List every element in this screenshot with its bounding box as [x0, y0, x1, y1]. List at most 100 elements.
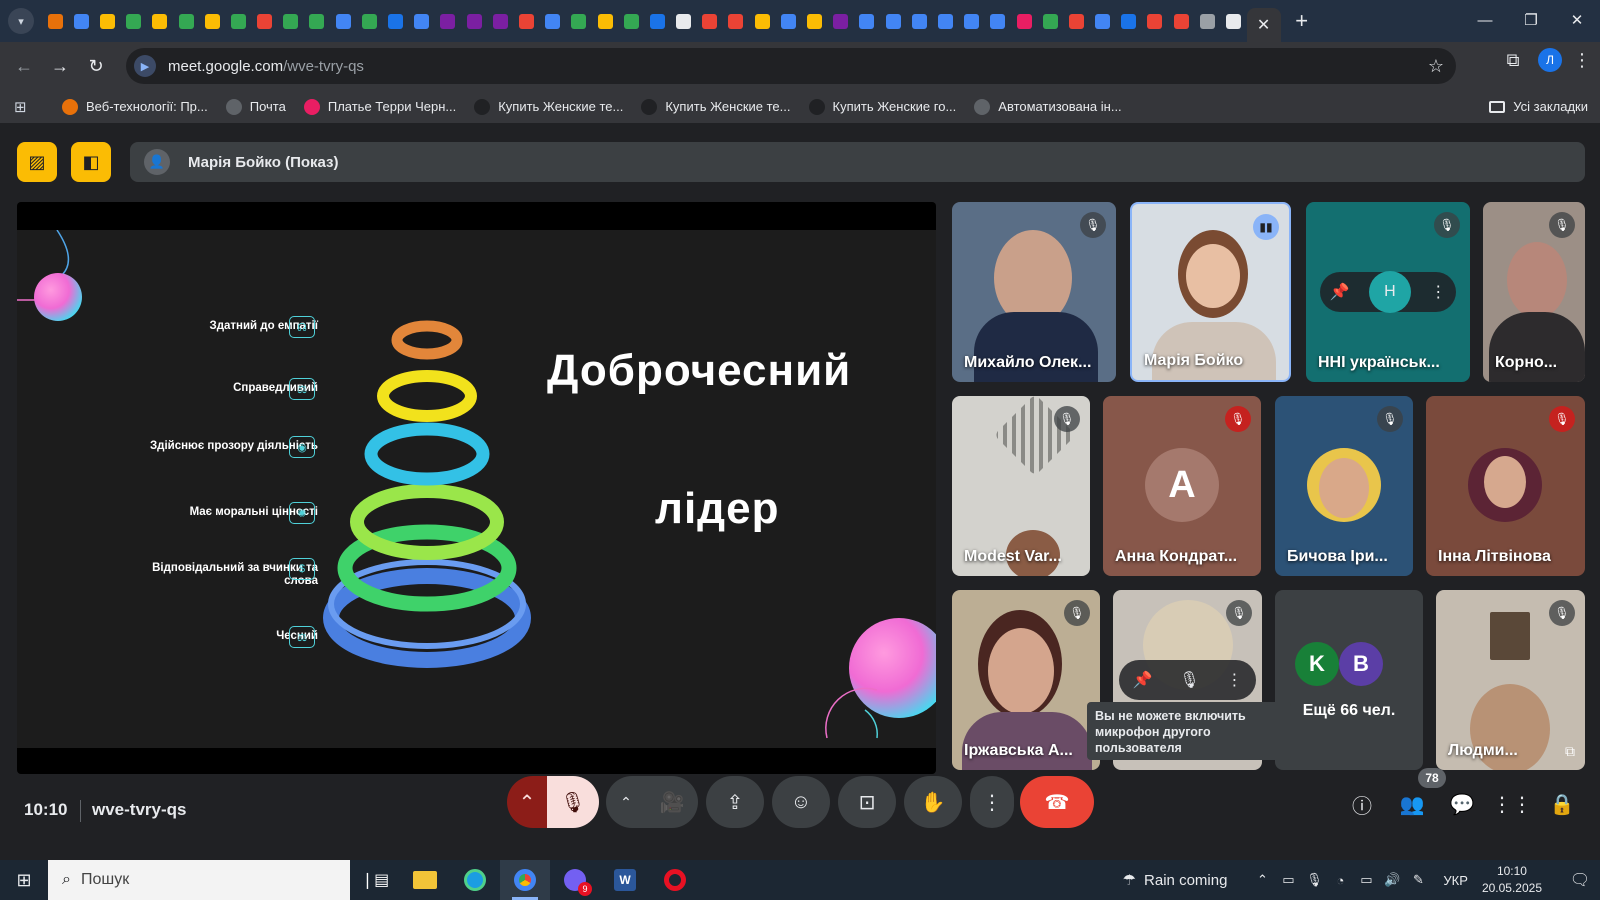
bookmark-item[interactable]: Почта [225, 98, 286, 115]
audio-settings-chevron-icon[interactable]: ⌃ [507, 776, 547, 828]
battery-icon[interactable]: ▭ [1355, 872, 1377, 888]
tab-favicon[interactable] [1037, 8, 1063, 34]
bookmark-item[interactable]: Купить Женские те... [474, 98, 623, 115]
microphone-tray-icon[interactable]: 🎙 [1303, 872, 1325, 888]
tab-favicon[interactable] [68, 8, 94, 34]
meet-tray-icon[interactable]: ▭ [1277, 872, 1299, 888]
more-options-icon[interactable]: ⋮ [1430, 282, 1446, 302]
language-indicator[interactable]: УКР [1443, 873, 1468, 888]
tab-favicon[interactable] [225, 8, 251, 34]
restore-icon[interactable]: ❐ [1508, 0, 1554, 40]
forward-icon[interactable]: → [42, 56, 78, 77]
tab-favicon[interactable] [644, 8, 670, 34]
participant-tile[interactable]: 🎙 Інна Літвінова [1426, 396, 1585, 576]
tab-favicon[interactable] [435, 8, 461, 34]
camera-button[interactable]: 🎥 [646, 776, 698, 828]
extensions-icon[interactable]: ⧉ [1498, 50, 1528, 71]
more-options-icon[interactable]: ⋮ [1227, 670, 1243, 690]
captions-button[interactable]: ⊡ [838, 776, 896, 828]
tab-favicon[interactable] [985, 8, 1011, 34]
participant-tile[interactable]: ▮▮ Марія Бойко [1130, 202, 1291, 382]
tab-favicon[interactable] [854, 8, 880, 34]
notifications-icon[interactable]: 🗨 [1560, 870, 1600, 890]
tab-favicon[interactable] [1063, 8, 1089, 34]
pin-icon[interactable]: 📌 [1132, 670, 1152, 690]
tab-favicon[interactable] [540, 8, 566, 34]
opera-icon[interactable] [650, 860, 700, 900]
meeting-info-icon[interactable]: ⓘ [1344, 786, 1380, 822]
tab-favicon[interactable] [330, 8, 356, 34]
hide-presentation-button[interactable]: ▨ [17, 142, 57, 182]
show-hidden-icons-icon[interactable]: ⌃ [1251, 872, 1273, 888]
tab-favicon[interactable] [304, 8, 330, 34]
tab-favicon[interactable] [173, 8, 199, 34]
bookmark-star-icon[interactable]: ☆ [1428, 56, 1444, 77]
tab-favicon[interactable] [801, 8, 827, 34]
active-tab[interactable]: ✕ [1246, 8, 1281, 42]
participant-tile[interactable]: 🎙 Корно... [1483, 202, 1585, 382]
tab-favicon[interactable] [1142, 8, 1168, 34]
tab-favicon[interactable] [147, 8, 173, 34]
pip-icon[interactable]: ⧉ [1565, 743, 1575, 760]
reactions-button[interactable]: ☺ [772, 776, 830, 828]
close-tab-icon[interactable]: ✕ [1257, 15, 1270, 35]
site-info-icon[interactable]: ▶ [134, 55, 156, 77]
tab-favicon[interactable] [697, 8, 723, 34]
new-tab-button[interactable]: + [1287, 8, 1317, 34]
taskbar-search[interactable]: ⌕ Пошук [48, 860, 350, 900]
participant-tile[interactable]: 📌 H ⋮ 🎙 ННІ українськ... [1306, 202, 1470, 382]
address-bar[interactable]: ▶ meet.google.com/wve-tvry-qs ☆ [126, 48, 1456, 84]
tab-favicon[interactable] [880, 8, 906, 34]
taskbar-clock[interactable]: 10:10 20.05.2025 [1482, 863, 1542, 897]
tab-favicon[interactable] [566, 8, 592, 34]
participant-tile[interactable]: 🎙 Бичова Іри... [1275, 396, 1413, 576]
tab-favicon[interactable] [1168, 8, 1194, 34]
volume-icon[interactable]: 🔊 [1381, 872, 1403, 888]
pen-icon[interactable]: ✎ [1407, 872, 1429, 888]
viber-icon[interactable]: 9 [550, 860, 600, 900]
others-tile[interactable]: K B Ещё 66 чел. [1275, 590, 1423, 770]
profile-avatar[interactable]: Л [1538, 48, 1562, 72]
tab-favicon[interactable] [775, 8, 801, 34]
word-icon[interactable]: W [600, 860, 650, 900]
tab-favicon[interactable] [1090, 8, 1116, 34]
mic-off-button[interactable]: 🎙 [547, 776, 599, 828]
bookmark-item[interactable]: Платье Терри Черн... [303, 98, 456, 115]
participant-tile[interactable]: 🎙 Михайло Олек... [952, 202, 1116, 382]
tab-favicon[interactable] [932, 8, 958, 34]
video-settings-chevron-icon[interactable]: ⌃ [606, 776, 646, 828]
tab-favicon[interactable] [1220, 8, 1246, 34]
tab-favicon[interactable] [1194, 8, 1220, 34]
present-screen-button[interactable]: ⇪ [706, 776, 764, 828]
participant-tile[interactable]: 🎙 ⧉ Людми... [1436, 590, 1585, 770]
weather-widget[interactable]: ☂ Rain coming [1123, 871, 1228, 890]
tab-favicon[interactable] [382, 8, 408, 34]
mute-participant-icon[interactable]: H [1368, 271, 1411, 313]
file-explorer-icon[interactable] [400, 860, 450, 900]
tab-favicon[interactable] [1116, 8, 1142, 34]
tab-favicon[interactable] [1011, 8, 1037, 34]
participant-tile[interactable]: 🎙 Modest Var... [952, 396, 1090, 576]
tab-favicon[interactable] [618, 8, 644, 34]
tab-favicon[interactable] [749, 8, 775, 34]
back-icon[interactable]: ← [6, 56, 42, 77]
raise-hand-button[interactable]: ✋ [904, 776, 962, 828]
tab-favicon[interactable] [409, 8, 435, 34]
network-icon[interactable]: ◔ [1329, 873, 1351, 888]
people-icon[interactable]: 👥 [1394, 786, 1430, 822]
tab-favicon[interactable] [906, 8, 932, 34]
bookmark-item[interactable]: Купить Женские те... [641, 98, 791, 115]
chrome-menu-icon[interactable]: ⋮ [1572, 50, 1592, 71]
pin-icon[interactable]: 📌 [1330, 282, 1350, 302]
windows-start-icon[interactable]: ⊞ [0, 870, 48, 891]
tab-favicon[interactable] [487, 8, 513, 34]
tab-favicon[interactable] [461, 8, 487, 34]
tab-favicon[interactable] [252, 8, 278, 34]
participant-tile[interactable]: 🎙 Іржавська А... [952, 590, 1100, 770]
activities-icon[interactable]: ⋮⋮ [1492, 786, 1532, 822]
tab-favicon[interactable] [199, 8, 225, 34]
tab-favicon[interactable] [592, 8, 618, 34]
more-options-button[interactable]: ⋮ [970, 776, 1014, 828]
tab-favicon[interactable] [828, 8, 854, 34]
all-bookmarks[interactable]: Усі закладки [1489, 99, 1588, 114]
